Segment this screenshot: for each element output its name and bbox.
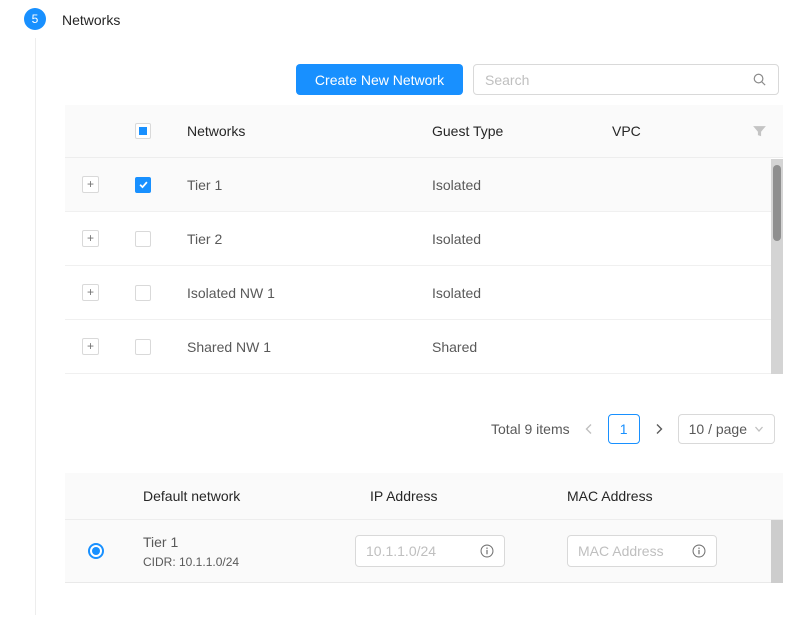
- next-page-button[interactable]: [648, 418, 670, 440]
- row-checkbox[interactable]: [135, 339, 151, 355]
- create-new-network-button[interactable]: Create New Network: [296, 64, 463, 95]
- check-icon: [138, 179, 149, 190]
- network-name: Tier 1: [169, 177, 414, 193]
- pagination: Total 9 items 1 10 / page: [491, 413, 775, 445]
- vertical-scrollbar[interactable]: [771, 520, 783, 583]
- info-icon[interactable]: [480, 544, 494, 558]
- select-all-checkbox[interactable]: [135, 123, 151, 139]
- search-input[interactable]: [485, 72, 752, 88]
- guest-type: Isolated: [414, 285, 594, 301]
- mac-address-field[interactable]: [567, 535, 717, 567]
- column-header-networks: Networks: [169, 123, 414, 139]
- page-number-button[interactable]: 1: [608, 414, 640, 444]
- expand-row-button[interactable]: +: [82, 338, 99, 355]
- column-header-vpc: VPC: [594, 123, 765, 139]
- table-row[interactable]: + Isolated NW 1 Isolated: [65, 266, 771, 320]
- table-row[interactable]: + Tier 1 Isolated: [65, 158, 771, 212]
- step-number-badge: 5: [24, 8, 46, 30]
- chevron-right-icon: [654, 423, 664, 435]
- page-size-value: 10 / page: [689, 421, 747, 437]
- search-icon[interactable]: [752, 72, 767, 87]
- scrollbar-thumb[interactable]: [773, 165, 781, 241]
- network-name: Shared NW 1: [169, 339, 414, 355]
- default-network-radio[interactable]: [88, 543, 104, 559]
- networks-table: Networks Guest Type VPC + Tier 1 Isolate…: [65, 105, 783, 374]
- guest-type: Shared: [414, 339, 594, 355]
- previous-page-button[interactable]: [578, 418, 600, 440]
- ip-address-field[interactable]: [355, 535, 505, 567]
- info-icon[interactable]: [692, 544, 706, 558]
- expand-row-button[interactable]: +: [82, 176, 99, 193]
- expand-row-button[interactable]: +: [82, 284, 99, 301]
- step-title: Networks: [62, 12, 120, 28]
- step-connector-line: [35, 38, 36, 615]
- column-header-mac-address: MAC Address: [567, 488, 783, 504]
- table-row[interactable]: + Shared NW 1 Shared: [65, 320, 771, 374]
- column-header-ip-address: IP Address: [355, 488, 567, 504]
- network-name: Isolated NW 1: [169, 285, 414, 301]
- network-cidr: CIDR: 10.1.1.0/24: [143, 555, 355, 569]
- column-header-default-network: Default network: [117, 488, 355, 504]
- mac-address-input[interactable]: [578, 543, 692, 559]
- table-row[interactable]: + Tier 2 Isolated: [65, 212, 771, 266]
- guest-type: Isolated: [414, 231, 594, 247]
- default-network-table: Default network IP Address MAC Address T…: [65, 473, 783, 583]
- filter-icon[interactable]: [752, 124, 767, 139]
- chevron-down-icon: [754, 424, 764, 434]
- search-box[interactable]: [473, 64, 779, 95]
- networks-table-header: Networks Guest Type VPC: [65, 105, 783, 158]
- row-checkbox[interactable]: [135, 177, 151, 193]
- row-checkbox[interactable]: [135, 285, 151, 301]
- network-name: Tier 2: [169, 231, 414, 247]
- table-row[interactable]: Tier 1 CIDR: 10.1.1.0/24: [65, 520, 771, 583]
- page-size-select[interactable]: 10 / page: [678, 414, 775, 444]
- row-checkbox[interactable]: [135, 231, 151, 247]
- default-network-table-header: Default network IP Address MAC Address: [65, 473, 783, 520]
- pagination-total: Total 9 items: [491, 421, 570, 437]
- expand-row-button[interactable]: +: [82, 230, 99, 247]
- vertical-scrollbar[interactable]: [771, 159, 783, 374]
- column-header-guest-type: Guest Type: [414, 123, 594, 139]
- ip-address-input[interactable]: [366, 543, 480, 559]
- chevron-left-icon: [584, 423, 594, 435]
- network-name: Tier 1: [143, 533, 355, 552]
- guest-type: Isolated: [414, 177, 594, 193]
